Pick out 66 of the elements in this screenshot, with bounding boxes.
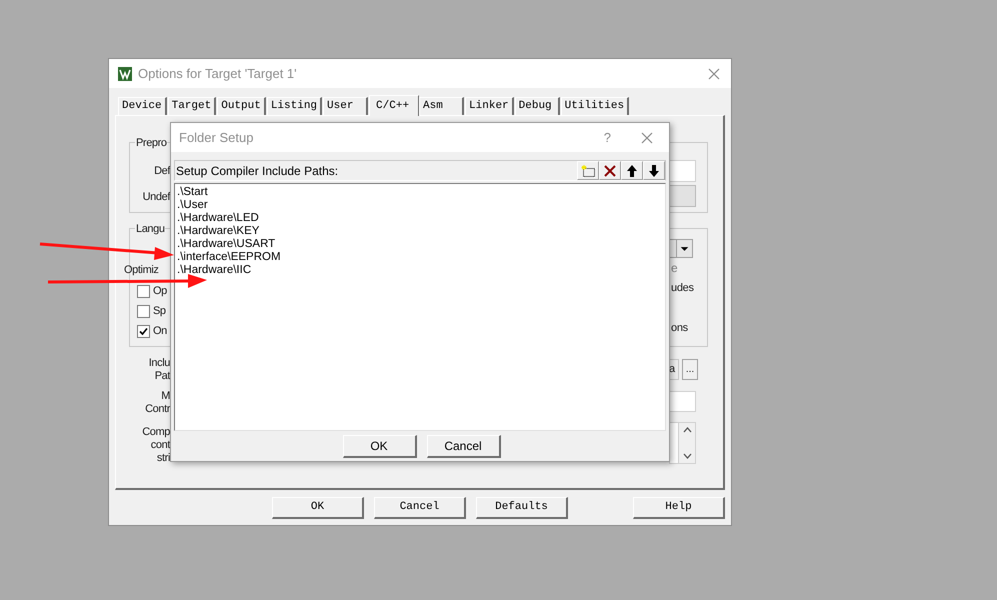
tab[interactable]: User [323, 97, 368, 115]
checkbox-label: ons [671, 321, 688, 335]
arrow-up-icon [627, 164, 637, 176]
text-area[interactable] [669, 422, 696, 464]
tab[interactable]: Asm [419, 97, 464, 115]
tab[interactable]: C/C++ [369, 95, 420, 116]
field-label: Comp [142, 426, 170, 439]
dialog-title: Folder Setup [179, 128, 254, 147]
move-down-button[interactable] [643, 161, 665, 180]
tab[interactable]: Output [217, 97, 266, 115]
path-item[interactable]: .\Hardware\KEY [177, 225, 260, 238]
scroll-up-icon[interactable] [682, 427, 692, 433]
field-label: Contr [145, 403, 170, 416]
scrollbar[interactable] [678, 423, 695, 463]
app-icon [118, 66, 132, 80]
hint-text: e [671, 261, 678, 275]
scroll-down-icon[interactable] [682, 453, 692, 459]
field-label: Optimiz [124, 263, 160, 278]
group-label: Langu [135, 221, 165, 238]
dialog-button[interactable]: OK [272, 496, 364, 518]
dialog-button[interactable]: Cancel [374, 496, 466, 518]
field-label: M [161, 390, 170, 403]
delete-icon [604, 164, 616, 176]
field-label: Undef [142, 190, 170, 204]
dialog-button[interactable]: OK [342, 435, 416, 458]
tab[interactable]: Target [168, 97, 216, 115]
checkbox[interactable] [137, 325, 150, 338]
field-label: Pat [154, 370, 170, 383]
browse-button[interactable]: ... [682, 359, 698, 380]
tab[interactable]: Device [118, 97, 167, 115]
path-item[interactable]: .\Hardware\LED [177, 212, 259, 225]
path-item[interactable]: .\Hardware\USART [177, 238, 276, 251]
checkbox[interactable] [137, 305, 150, 318]
path-item[interactable]: .\User [177, 199, 208, 212]
dialog-button[interactable]: Defaults [476, 496, 568, 518]
new-folder-button[interactable] [577, 161, 599, 180]
list-header: Setup Compiler Include Paths: [176, 162, 338, 180]
new-folder-icon [581, 164, 595, 176]
path-item[interactable]: .\Start [177, 186, 208, 199]
path-item[interactable]: .\interface\EEPROM [177, 251, 281, 264]
move-up-button[interactable] [621, 161, 643, 180]
path-item[interactable]: .\Hardware\IIC [177, 264, 252, 277]
checkbox-label: On [153, 324, 167, 340]
dialog-button[interactable]: Cancel [426, 435, 500, 458]
dialog-button[interactable]: Help [633, 496, 725, 518]
checkbox[interactable] [137, 285, 150, 298]
checkbox-label: Sp [153, 304, 166, 320]
tab[interactable]: Debug [514, 97, 560, 115]
arrow-down-icon [649, 164, 659, 176]
field-label: Inclu [148, 357, 170, 370]
close-icon[interactable] [708, 68, 720, 80]
group-label: Prepro [135, 135, 167, 152]
checkbox-label: Op [153, 284, 167, 300]
tab[interactable]: Listing [266, 97, 322, 115]
close-icon[interactable] [641, 132, 653, 144]
dropdown-field[interactable] [669, 238, 693, 258]
field-label: stri [156, 452, 170, 465]
delete-button[interactable] [599, 161, 621, 180]
field-label: Def [154, 164, 170, 179]
window-title: Options for Target 'Target 1' [138, 64, 297, 83]
text-field[interactable] [669, 160, 696, 182]
tab[interactable]: Utilities [560, 97, 630, 115]
field-label: cont [150, 439, 170, 452]
text-field[interactable] [669, 391, 696, 412]
checkbox-label: udes [671, 281, 694, 295]
tab[interactable]: Linker [465, 97, 514, 115]
